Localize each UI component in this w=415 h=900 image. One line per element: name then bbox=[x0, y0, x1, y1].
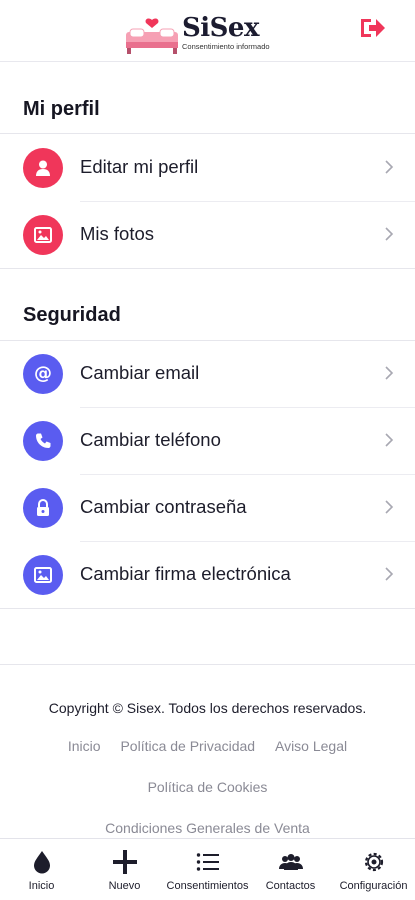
divider bbox=[0, 268, 415, 269]
edit-profile-label: Editar mi perfil bbox=[80, 156, 199, 177]
at-icon: @ bbox=[23, 354, 63, 394]
chevron-right-icon bbox=[385, 366, 394, 380]
footer-links-row-1: Inicio Política de Privacidad Aviso Lega… bbox=[0, 738, 415, 754]
brand-tagline: Consentimiento informado bbox=[182, 42, 270, 51]
sisex-logo: SiSex Consentimiento informado bbox=[124, 8, 299, 56]
footer-links-row-2: Política de Cookies bbox=[0, 779, 415, 795]
list-icon bbox=[194, 849, 222, 875]
change-signature-label: Cambiar firma electrónica bbox=[80, 563, 291, 584]
footer-link-legal[interactable]: Aviso Legal bbox=[275, 738, 347, 754]
footer-divider bbox=[0, 664, 415, 665]
security-list: @ Cambiar email Cambiar teléfono Cambiar… bbox=[0, 340, 415, 608]
plus-icon bbox=[111, 849, 139, 875]
change-email-label: Cambiar email bbox=[80, 362, 200, 383]
nav-item-consentimientos[interactable]: Consentimientos bbox=[166, 839, 249, 900]
row-divider bbox=[80, 407, 415, 408]
change-signature-row[interactable]: Cambiar firma electrónica bbox=[0, 541, 415, 608]
change-phone-label: Cambiar teléfono bbox=[80, 429, 221, 450]
section-title-profile: Mi perfil bbox=[23, 98, 100, 120]
nav-label-nuevo: Nuevo bbox=[108, 880, 141, 892]
chevron-right-icon bbox=[385, 567, 394, 581]
bottom-navigation: Inicio Nuevo Consentimientos Contactos C… bbox=[0, 838, 415, 900]
copyright-text: Copyright © Sisex. Todos los derechos re… bbox=[48, 700, 367, 716]
nav-item-nuevo[interactable]: Nuevo bbox=[83, 839, 166, 900]
lock-icon bbox=[23, 488, 63, 528]
footer-link-inicio[interactable]: Inicio bbox=[68, 738, 101, 754]
change-phone-row[interactable]: Cambiar teléfono bbox=[0, 407, 415, 474]
nav-item-inicio[interactable]: Inicio bbox=[0, 839, 83, 900]
my-photos-label: Mis fotos bbox=[80, 223, 155, 244]
user-icon bbox=[23, 148, 63, 188]
change-password-row[interactable]: Cambiar contraseña bbox=[0, 474, 415, 541]
image-icon bbox=[23, 215, 63, 255]
footer-link-privacy[interactable]: Política de Privacidad bbox=[120, 738, 255, 754]
chevron-right-icon bbox=[385, 227, 394, 241]
footer-link-terms[interactable]: Condiciones Generales de Venta bbox=[105, 820, 310, 836]
phone-icon bbox=[23, 421, 63, 461]
nav-label-configuracion: Configuración bbox=[339, 880, 408, 892]
chevron-right-icon bbox=[385, 433, 394, 447]
bed-heart-logo-icon bbox=[126, 18, 178, 54]
row-divider bbox=[80, 474, 415, 475]
image-icon bbox=[23, 555, 63, 595]
nav-label-contactos: Contactos bbox=[265, 880, 316, 892]
nav-label-inicio: Inicio bbox=[28, 880, 55, 892]
row-divider bbox=[80, 541, 415, 542]
app-header: SiSex Consentimiento informado bbox=[0, 0, 415, 62]
change-email-row[interactable]: @ Cambiar email bbox=[0, 340, 415, 407]
chevron-right-icon bbox=[385, 160, 394, 174]
nav-item-contactos[interactable]: Contactos bbox=[249, 839, 332, 900]
row-divider bbox=[80, 201, 415, 202]
nav-label-consentimientos: Consentimientos bbox=[166, 880, 249, 892]
footer-links-row-3: Condiciones Generales de Venta bbox=[0, 820, 415, 836]
logout-icon[interactable] bbox=[358, 15, 386, 41]
profile-list: Editar mi perfil Mis fotos bbox=[0, 134, 415, 268]
brand-name: SiSex bbox=[182, 13, 259, 43]
gear-icon bbox=[360, 849, 388, 875]
change-password-label: Cambiar contraseña bbox=[80, 496, 247, 517]
my-photos-row[interactable]: Mis fotos bbox=[0, 201, 415, 268]
chevron-right-icon bbox=[385, 500, 394, 514]
nav-item-configuracion[interactable]: Configuración bbox=[332, 839, 415, 900]
section-title-security: Seguridad bbox=[23, 304, 121, 326]
edit-profile-row[interactable]: Editar mi perfil bbox=[0, 134, 415, 201]
drop-icon bbox=[28, 849, 56, 875]
contacts-icon bbox=[277, 849, 305, 875]
divider bbox=[0, 608, 415, 609]
footer-link-cookies[interactable]: Política de Cookies bbox=[148, 779, 268, 795]
